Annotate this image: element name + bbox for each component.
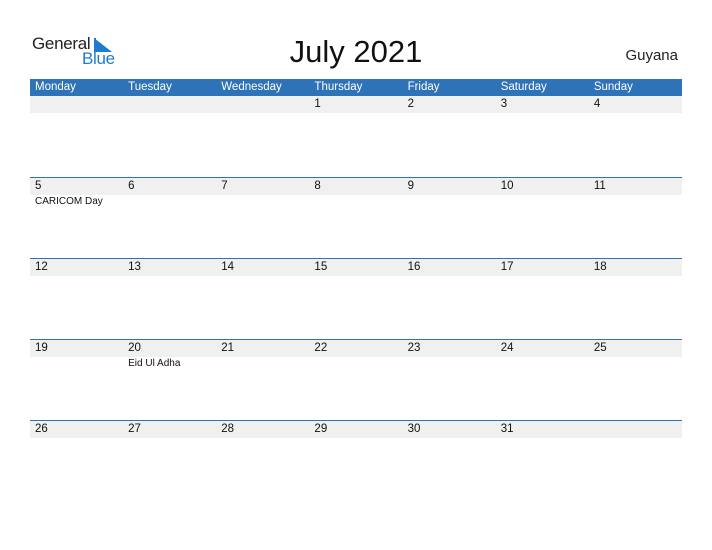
holiday-label — [496, 357, 589, 369]
holiday-label — [589, 113, 682, 114]
week-row: 26 27 28 29 30 31 — [30, 420, 682, 501]
day-number: 3 — [500, 98, 508, 110]
holiday-label — [216, 276, 309, 277]
weekday-label: Sunday — [593, 81, 633, 93]
calendar-grid: Monday Tuesday Wednesday Thursday Friday… — [30, 79, 682, 501]
day-number: 8 — [314, 180, 321, 192]
weekday-label: Monday — [35, 81, 76, 93]
day-number: 4 — [593, 98, 601, 110]
holiday-label — [30, 276, 123, 277]
day-number: 1 — [314, 98, 321, 110]
day-number: 21 — [221, 342, 235, 354]
holiday-label — [216, 195, 309, 207]
holiday-label — [496, 276, 589, 277]
holiday-label — [123, 276, 216, 277]
day-number: 12 — [35, 261, 48, 273]
holiday-label — [30, 113, 123, 114]
day-number: 18 — [593, 261, 607, 273]
holiday-label — [403, 357, 496, 369]
holiday-label — [589, 276, 682, 277]
holiday-label — [403, 438, 496, 439]
day-number — [123, 96, 216, 113]
holiday-label — [309, 113, 402, 114]
day-number — [589, 421, 682, 438]
day-number: 14 — [221, 261, 235, 273]
day-number: 25 — [593, 342, 607, 354]
holiday-label — [403, 195, 496, 207]
weekday-label: Thursday — [314, 81, 363, 93]
calendar-title: July 2021 — [289, 34, 423, 69]
day-number-strip: 1 2 3 4 — [30, 96, 682, 113]
holiday-label — [123, 113, 216, 114]
holiday-label — [403, 276, 496, 277]
holiday-label — [309, 195, 402, 207]
holiday-label — [496, 195, 589, 207]
day-number: 10 — [500, 180, 514, 192]
day-number: 13 — [128, 261, 141, 273]
weekday-header: Monday Tuesday Wednesday Thursday Friday… — [30, 79, 682, 96]
day-number — [216, 96, 309, 113]
day-number-strip: 26 27 28 29 30 31 — [30, 421, 682, 438]
day-number: 9 — [407, 180, 414, 192]
events-strip: CARICOM Day — [30, 195, 682, 207]
day-number: 6 — [128, 180, 135, 192]
weekday-label: Friday — [407, 81, 440, 93]
holiday-label — [30, 438, 123, 439]
holiday-label — [496, 113, 589, 114]
weekday-label: Wednesday — [221, 81, 282, 93]
day-number: 22 — [314, 342, 328, 354]
events-strip — [30, 113, 682, 114]
holiday-label — [123, 195, 216, 207]
day-number: 28 — [221, 423, 235, 435]
week-row: 1 2 3 4 — [30, 96, 682, 177]
holiday-label — [216, 438, 309, 439]
events-strip — [30, 438, 682, 439]
day-number-strip: 5 6 7 8 9 10 11 — [30, 178, 682, 195]
weekday-label: Saturday — [500, 81, 547, 93]
holiday-label — [496, 438, 589, 439]
holiday-label — [123, 438, 216, 439]
holiday-label — [589, 438, 682, 439]
holiday-label: CARICOM Day — [35, 196, 103, 207]
holiday-label: Eid Ul Adha — [128, 358, 181, 369]
day-number: 11 — [593, 180, 606, 192]
holiday-label — [589, 195, 682, 207]
holiday-label — [589, 357, 682, 369]
holiday-label — [216, 113, 309, 114]
day-number — [30, 96, 123, 113]
holiday-label — [309, 357, 402, 369]
week-row: 19 20 21 22 23 24 25 Eid Ul Adha — [30, 339, 682, 420]
day-number: 20 — [128, 342, 141, 354]
day-number: 26 — [35, 423, 48, 435]
day-number: 19 — [35, 342, 48, 354]
day-number: 29 — [314, 423, 328, 435]
events-strip — [30, 276, 682, 277]
holiday-label — [403, 113, 496, 114]
events-strip: Eid Ul Adha — [30, 357, 682, 369]
holiday-label — [30, 357, 123, 369]
day-number: 23 — [407, 342, 421, 354]
holiday-label — [309, 438, 402, 439]
country-label: Guyana — [625, 47, 678, 64]
week-row: 5 6 7 8 9 10 11 CARICOM Day — [30, 177, 682, 258]
day-number-strip: 12 13 14 15 16 17 18 — [30, 259, 682, 276]
holiday-label — [309, 276, 402, 277]
day-number: 17 — [500, 261, 514, 273]
day-number: 16 — [407, 261, 421, 273]
day-number: 7 — [221, 180, 228, 192]
day-number: 27 — [128, 423, 141, 435]
day-number: 2 — [407, 98, 414, 110]
holiday-label — [216, 357, 309, 369]
day-number: 5 — [35, 180, 42, 192]
day-number: 30 — [407, 423, 421, 435]
day-number: 24 — [500, 342, 514, 354]
day-number-strip: 19 20 21 22 23 24 25 — [30, 340, 682, 357]
day-number: 15 — [314, 261, 328, 273]
weekday-label: Tuesday — [128, 81, 172, 93]
week-row: 12 13 14 15 16 17 18 — [30, 258, 682, 339]
day-number: 31 — [500, 423, 514, 435]
